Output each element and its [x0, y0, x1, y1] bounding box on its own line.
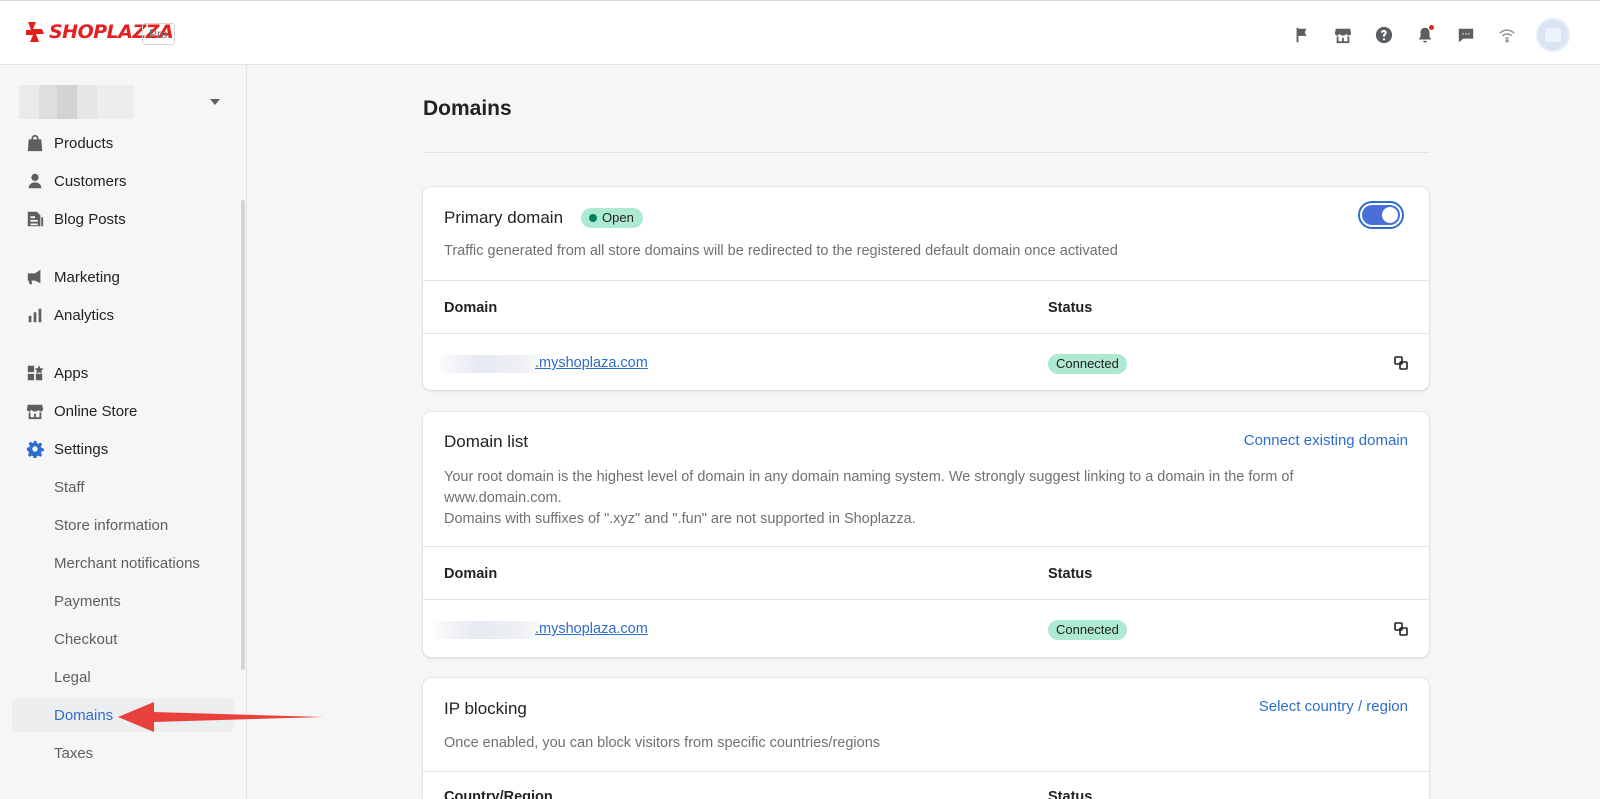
sidebar-subitem-taxes[interactable]: Taxes [12, 736, 234, 770]
sidebar: Products Customers Blog Posts Marketing … [0, 65, 247, 799]
sidebar-item-label: Online Store [54, 402, 138, 420]
domain-list-link[interactable]: .myshoplaza.com [535, 621, 648, 637]
wifi-icon[interactable] [1496, 24, 1518, 46]
sidebar-subitem-checkout[interactable]: Checkout [12, 622, 234, 656]
sidebar-item-online-store[interactable]: Online Store [12, 394, 234, 428]
notification-dot [1429, 25, 1434, 30]
domain-prefix-blurred [440, 355, 540, 373]
status-dot [589, 214, 597, 222]
primary-domain-toggle[interactable] [1358, 201, 1404, 229]
top-actions [1272, 18, 1570, 52]
column-header-status: Status [1048, 300, 1093, 316]
primary-domain-card: Primary domain Open Traffic generated fr… [423, 187, 1429, 390]
status-badge-connected: Connected [1048, 620, 1127, 640]
online-store-icon [25, 401, 45, 421]
ip-blocking-card: IP blocking Select country / region Once… [423, 678, 1429, 799]
sidebar-subitem-label: Merchant notifications [54, 554, 200, 572]
sidebar-item-settings[interactable]: Settings [12, 432, 234, 466]
divider [423, 280, 1429, 281]
bell-icon[interactable] [1414, 24, 1436, 46]
domain-list-description-line: Your root domain is the highest level of… [444, 469, 1294, 506]
page-title: Domains [423, 97, 512, 120]
ip-blocking-title: IP blocking [444, 699, 527, 718]
status-badge-open: Open [581, 208, 643, 228]
switch-domain-icon[interactable] [1393, 355, 1409, 371]
title-divider [423, 152, 1429, 153]
apps-icon [25, 363, 45, 383]
column-header-country-region: Country/Region [444, 789, 553, 799]
domain-prefix-blurred [434, 621, 540, 639]
annotation-arrow-icon [118, 702, 324, 732]
sidebar-item-label: Customers [54, 172, 127, 190]
store-icon[interactable] [1332, 24, 1354, 46]
column-header-status: Status [1048, 566, 1093, 582]
sidebar-item-label: Settings [54, 440, 109, 458]
status-badge-label: Open [602, 210, 634, 225]
sidebar-item-blog-posts[interactable]: Blog Posts [12, 202, 234, 236]
toggle-track [1362, 205, 1400, 225]
column-header-domain: Domain [444, 300, 498, 316]
sidebar-item-analytics[interactable]: Analytics [12, 298, 234, 332]
primary-domain-description: Traffic generated from all store domains… [444, 243, 1118, 259]
sidebar-subitem-label: Taxes [54, 744, 94, 762]
top-bar: SHOPLAZZA Pro [0, 0, 1600, 65]
sidebar-subitem-label: Domains [54, 706, 114, 724]
status-badge-connected: Connected [1048, 354, 1127, 374]
megaphone-icon [25, 267, 45, 287]
divider [423, 771, 1429, 772]
sidebar-subitem-label: Payments [54, 592, 121, 610]
sidebar-subitem-legal[interactable]: Legal [12, 660, 234, 694]
domain-list-description-line: Domains with suffixes of ".xyz" and ".fu… [444, 511, 916, 527]
sidebar-scrollbar[interactable] [241, 200, 245, 670]
primary-domain-title: Primary domain [444, 208, 564, 227]
sidebar-item-label: Analytics [54, 306, 115, 324]
sidebar-item-marketing[interactable]: Marketing [12, 260, 234, 294]
help-icon[interactable] [1373, 24, 1395, 46]
sidebar-subitem-store-information[interactable]: Store information [12, 508, 234, 542]
sidebar-subitem-staff[interactable]: Staff [12, 470, 234, 504]
sidebar-item-label: Marketing [54, 268, 120, 286]
avatar[interactable] [1536, 18, 1570, 52]
sidebar-subitem-merchant-notifications[interactable]: Merchant notifications [12, 546, 234, 580]
divider [423, 546, 1429, 547]
column-header-domain: Domain [444, 566, 498, 582]
sidebar-subitem-label: Staff [54, 478, 85, 496]
gear-icon [25, 439, 45, 459]
blog-icon [25, 209, 45, 229]
toggle-knob [1382, 207, 1398, 223]
primary-domain-link[interactable]: .myshoplaza.com [535, 355, 648, 371]
divider [423, 599, 1429, 600]
store-selector[interactable] [19, 85, 224, 120]
switch-domain-icon[interactable] [1393, 621, 1409, 637]
chat-icon[interactable] [1455, 24, 1477, 46]
store-name-blurred [19, 85, 134, 119]
domain-list-description: Your root domain is the highest level of… [444, 467, 1364, 530]
sidebar-subitem-label: Store information [54, 516, 169, 534]
ip-blocking-description: Once enabled, you can block visitors fro… [444, 735, 881, 751]
sidebar-subitem-label: Legal [54, 668, 91, 686]
column-header-status: Status [1048, 789, 1093, 799]
analytics-icon [25, 305, 45, 325]
domain-list-title: Domain list [444, 432, 529, 451]
domain-list-card: Domain list Connect existing domain Your… [423, 412, 1429, 657]
products-icon [25, 133, 45, 153]
sidebar-item-products[interactable]: Products [12, 126, 234, 160]
logo-mark-icon [26, 22, 44, 42]
divider [423, 333, 1429, 334]
sidebar-subitem-label: Checkout [54, 630, 118, 648]
caret-down-icon [210, 99, 220, 105]
customers-icon [25, 171, 45, 191]
select-country-region-link[interactable]: Select country / region [1259, 698, 1408, 715]
sidebar-item-label: Products [54, 134, 114, 152]
sidebar-item-label: Blog Posts [54, 210, 126, 228]
plan-badge: Pro [142, 23, 175, 45]
sidebar-subitem-payments[interactable]: Payments [12, 584, 234, 618]
sidebar-item-customers[interactable]: Customers [12, 164, 234, 198]
connect-existing-domain-link[interactable]: Connect existing domain [1244, 432, 1408, 449]
sidebar-item-label: Apps [54, 364, 89, 382]
flag-icon[interactable] [1291, 24, 1313, 46]
sidebar-item-apps[interactable]: Apps [12, 356, 234, 390]
